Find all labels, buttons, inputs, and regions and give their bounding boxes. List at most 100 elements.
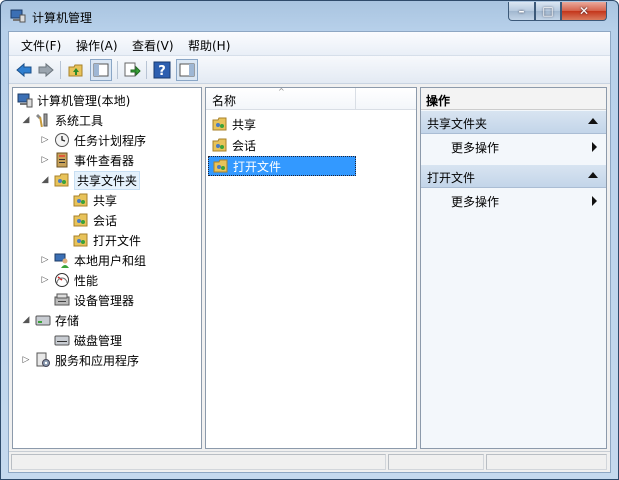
action-item-label: 更多操作: [451, 141, 500, 155]
expand-arrow-icon[interactable]: ▷: [40, 275, 50, 285]
tree-item-label: 共享文件夹: [74, 170, 141, 190]
toolbar-separator: [146, 61, 147, 79]
tree-item-label: 会话: [93, 213, 118, 228]
collapse-arrow-icon[interactable]: ◢: [21, 115, 31, 125]
computer-management-icon: [10, 9, 26, 23]
action-section-shared-folders[interactable]: 共享文件夹: [421, 111, 606, 134]
shared-folder-icon: [54, 173, 69, 187]
tree-item-label: 系统工具: [55, 113, 104, 128]
expand-arrow-icon[interactable]: ▷: [40, 255, 50, 265]
collapse-section-icon[interactable]: [588, 172, 598, 178]
maximize-icon: □: [542, 4, 554, 18]
sort-ascending-icon: ^: [278, 87, 285, 96]
tree-item-storage[interactable]: ◢ 存储: [21, 310, 79, 330]
task-scheduler-icon: [55, 133, 69, 147]
expand-arrow-icon[interactable]: ▷: [21, 355, 31, 365]
tree-item-open-files[interactable]: 打开文件: [73, 230, 141, 250]
submenu-arrow-icon: [592, 142, 597, 152]
tree-item-label: 任务计划程序: [74, 133, 147, 148]
device-manager-icon: [54, 293, 70, 306]
sessions-icon: [212, 138, 227, 152]
column-header-name[interactable]: 名称 ^: [206, 87, 356, 110]
show-hide-action-pane-icon[interactable]: [176, 59, 198, 81]
open-files-icon: [73, 233, 88, 247]
disk-management-icon: [54, 335, 70, 346]
maximize-button[interactable]: □: [535, 2, 561, 21]
list-item-shares[interactable]: 共享: [208, 114, 356, 134]
tree-item-label: 共享: [93, 193, 118, 208]
help-icon[interactable]: ?: [153, 61, 171, 79]
menu-file[interactable]: 文件(F): [21, 37, 61, 54]
status-bar: [9, 451, 610, 472]
submenu-arrow-icon: [592, 196, 597, 206]
close-button[interactable]: ✕: [561, 2, 607, 21]
status-segment: [11, 454, 386, 470]
toolbar-separator: [60, 61, 61, 79]
system-tools-icon: [36, 113, 48, 128]
window-title: 计算机管理: [32, 11, 93, 25]
tree-item-performance[interactable]: ▷ 性能: [40, 270, 98, 290]
sessions-icon: [73, 213, 88, 227]
collapse-arrow-icon[interactable]: ◢: [40, 175, 50, 185]
list-item-label: 共享: [232, 117, 257, 132]
back-icon[interactable]: [15, 61, 33, 79]
action-more-actions-shared-folders[interactable]: 更多操作: [421, 135, 606, 157]
menu-help[interactable]: 帮助(H): [188, 37, 230, 54]
results-list-pane[interactable]: 名称 ^ 共享 会话 打开文件: [205, 87, 417, 449]
services-apps-icon: [36, 352, 50, 367]
local-users-icon: [54, 253, 69, 268]
tree-item-label: 事件查看器: [74, 153, 135, 168]
event-viewer-icon: [56, 152, 68, 168]
toolbar: ?: [9, 56, 610, 84]
menu-action[interactable]: 操作(A): [76, 37, 118, 54]
title-bar[interactable]: 计算机管理 – □ ✕: [1, 1, 618, 31]
list-item-sessions[interactable]: 会话: [208, 135, 356, 155]
expand-arrow-icon[interactable]: ▷: [40, 155, 50, 165]
action-more-actions-open-files[interactable]: 更多操作: [421, 189, 606, 211]
tree-item-event-viewer[interactable]: ▷ 事件查看器: [40, 150, 134, 170]
tree-item-label: 服务和应用程序: [55, 353, 140, 368]
expand-arrow-icon[interactable]: ▷: [40, 135, 50, 145]
svg-text:?: ?: [158, 64, 166, 79]
tree-item-label: 计算机管理(本地): [37, 93, 131, 108]
tree-item-services-apps[interactable]: ▷ 服务和应用程序: [21, 350, 139, 370]
up-folder-icon[interactable]: [67, 61, 85, 79]
minimize-icon: –: [518, 4, 525, 18]
client-area: 文件(F) 操作(A) 查看(V) 帮助(H) ? 计算机管理(本地) ◢ 系统…: [8, 31, 611, 473]
console-tree-pane[interactable]: 计算机管理(本地) ◢ 系统工具 ▷ 任务计划程序 ▷ 事件查看器 ◢ 共享文件…: [12, 87, 202, 449]
computer-management-window: 计算机管理 – □ ✕ 文件(F) 操作(A) 查看(V) 帮助(H) ? 计算…: [0, 0, 619, 480]
tree-item-computer-management[interactable]: 计算机管理(本地): [17, 90, 130, 110]
open-files-icon: [213, 159, 228, 173]
show-hide-tree-icon[interactable]: [90, 59, 112, 81]
action-section-label: 共享文件夹: [427, 117, 488, 131]
forward-icon[interactable]: [37, 61, 55, 79]
tree-item-shares[interactable]: 共享: [73, 190, 117, 210]
tree-item-local-users[interactable]: ▷ 本地用户和组: [40, 250, 146, 270]
tree-item-task-scheduler[interactable]: ▷ 任务计划程序: [40, 130, 146, 150]
tree-item-system-tools[interactable]: ◢ 系统工具: [21, 110, 103, 130]
tree-item-label: 设备管理器: [74, 293, 135, 308]
menu-view[interactable]: 查看(V): [132, 37, 174, 54]
storage-icon: [35, 315, 51, 326]
collapse-section-icon[interactable]: [588, 118, 598, 124]
export-list-icon[interactable]: [123, 61, 141, 79]
tree-item-label: 存储: [55, 313, 80, 328]
tree-item-shared-folders[interactable]: ◢ 共享文件夹: [40, 170, 141, 190]
tree-item-device-manager[interactable]: 设备管理器: [54, 290, 134, 310]
minimize-button[interactable]: –: [508, 2, 535, 21]
performance-icon: [55, 273, 69, 287]
list-item-label: 打开文件: [233, 159, 282, 174]
column-header-label: 名称: [212, 94, 237, 108]
action-section-open-files[interactable]: 打开文件: [421, 165, 606, 188]
action-item-label: 更多操作: [451, 195, 500, 209]
collapse-arrow-icon[interactable]: ◢: [21, 315, 31, 325]
list-item-open-files[interactable]: 打开文件: [208, 156, 356, 176]
tree-item-disk-management[interactable]: 磁盘管理: [54, 330, 122, 350]
shares-icon: [73, 193, 88, 207]
tree-item-label: 本地用户和组: [74, 253, 147, 268]
tree-item-label: 打开文件: [93, 233, 142, 248]
action-pane: 操作 共享文件夹 更多操作 打开文件 更多操作: [420, 87, 607, 449]
tree-item-sessions[interactable]: 会话: [73, 210, 117, 230]
status-segment: [486, 454, 607, 470]
menu-bar: 文件(F) 操作(A) 查看(V) 帮助(H): [9, 32, 610, 56]
